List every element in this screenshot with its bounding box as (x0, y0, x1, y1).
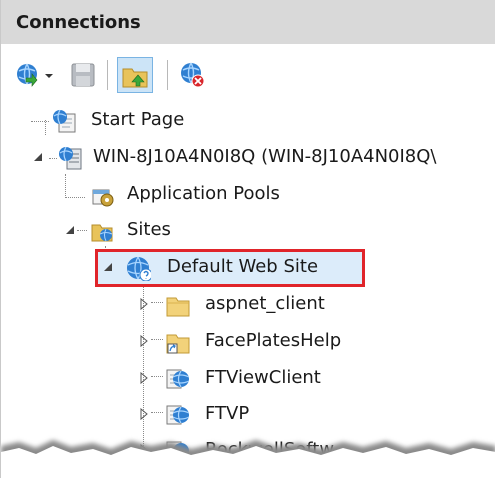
tree-item-faceplateshelp[interactable]: FacePlatesHelp (1, 327, 495, 357)
tree-item-ftviewclient[interactable]: FTViewClient (1, 364, 495, 394)
expand-arrow-icon[interactable] (137, 371, 151, 385)
globe-connect-icon (17, 63, 53, 87)
folder-up-icon (122, 68, 148, 88)
web-application-icon (166, 369, 189, 389)
panel-title: Connections (16, 12, 141, 33)
folder-shortcut-icon (166, 334, 190, 354)
website-globe-icon (127, 256, 151, 281)
connect-button[interactable] (15, 61, 53, 89)
connections-panel: Connections Start Page WIN-8J10A4N0I8Q (… (0, 0, 495, 478)
torn-edge-decoration (1, 440, 495, 478)
save-button[interactable] (69, 61, 97, 89)
toolbar-separator (167, 60, 168, 90)
tree-item-label: aspnet_client (205, 293, 325, 314)
globe-disconnect-icon (181, 62, 205, 88)
tree-item-label: FTViewClient (205, 367, 321, 388)
up-level-button[interactable] (117, 57, 153, 93)
toolbar (1, 44, 495, 106)
tree-item-label: Default Web Site (167, 256, 319, 277)
expand-arrow-icon[interactable] (137, 297, 151, 311)
tree-item-label: FacePlatesHelp (205, 330, 342, 351)
disconnect-button[interactable] (179, 61, 207, 89)
panel-header: Connections (1, 0, 495, 44)
collapse-arrow-icon[interactable] (101, 260, 115, 274)
tree-item-default-web-site[interactable]: Default Web Site (1, 253, 495, 283)
toolbar-separator (107, 60, 108, 90)
expand-arrow-icon[interactable] (137, 334, 151, 348)
save-disk-icon (71, 63, 95, 87)
folder-icon (166, 297, 190, 317)
tree-item-aspnet-client[interactable]: aspnet_client (1, 290, 495, 320)
